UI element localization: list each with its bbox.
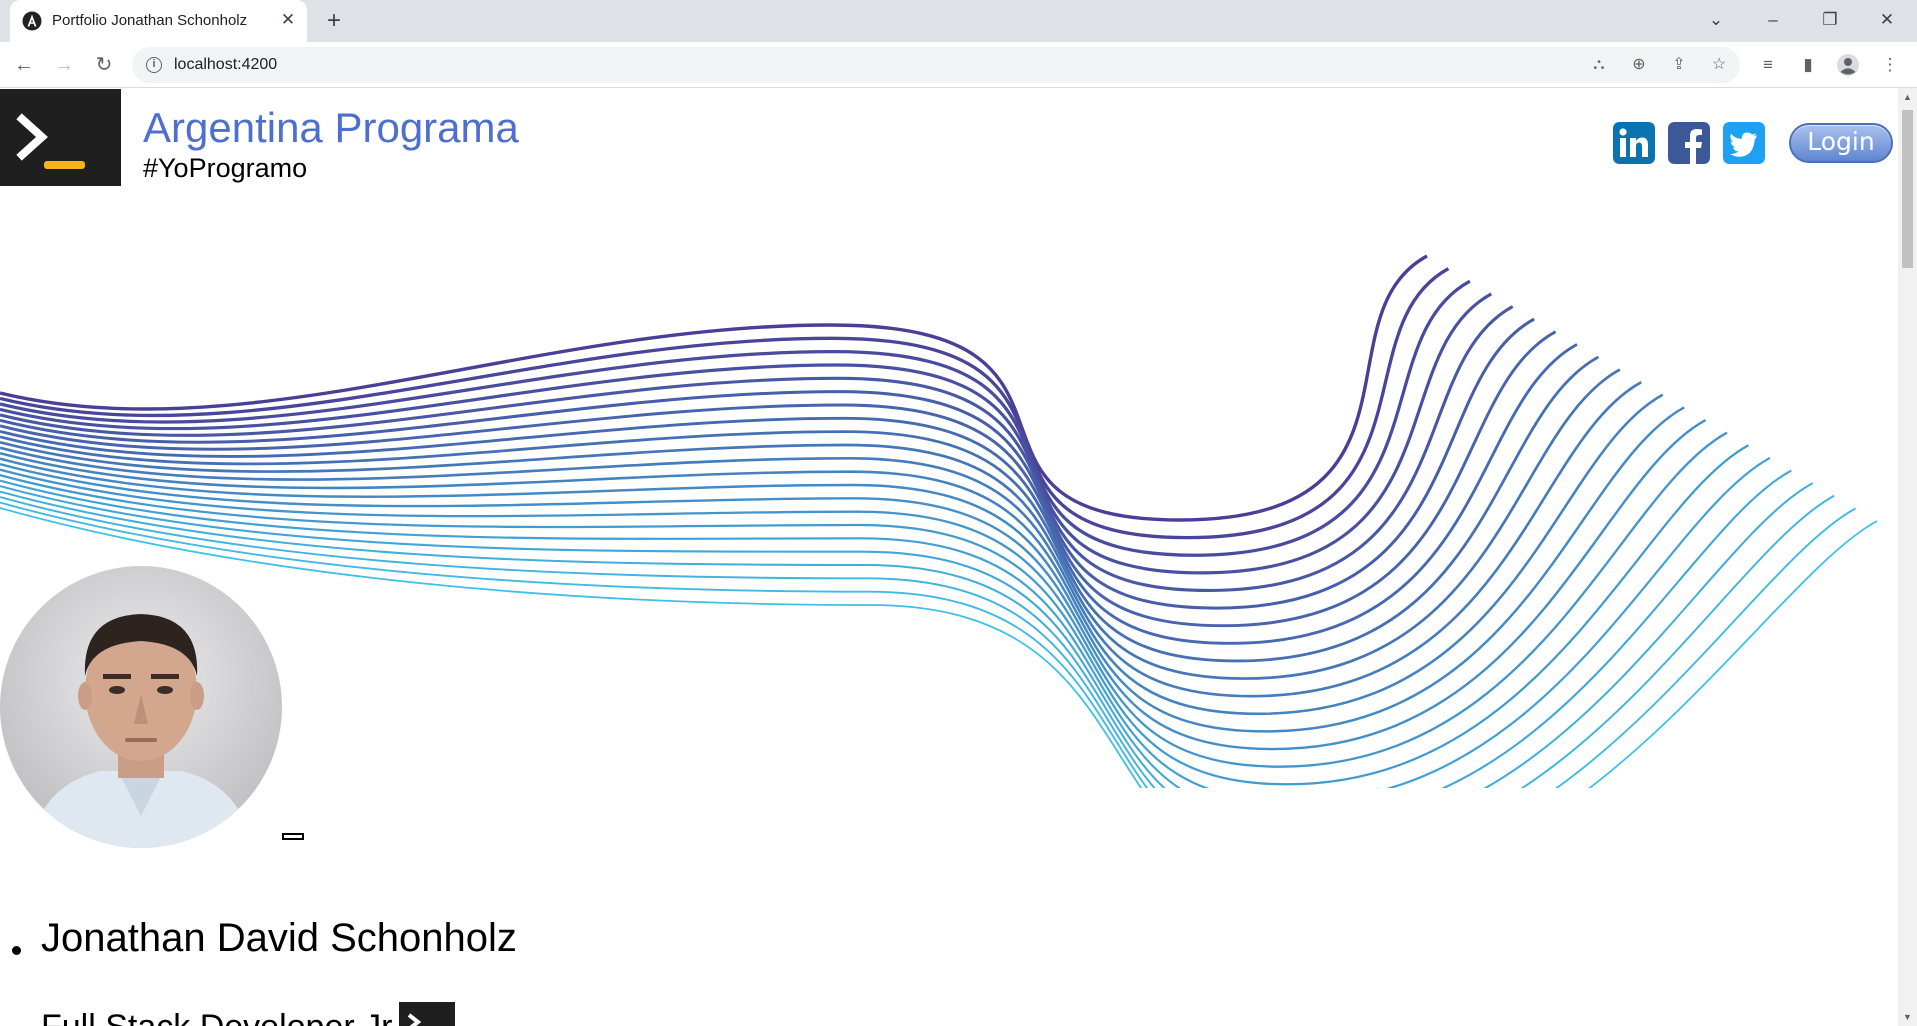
tab-search-icon[interactable]: ⌄ — [1701, 8, 1731, 32]
twitter-icon[interactable] — [1723, 122, 1765, 164]
translate-icon[interactable]: ⛬ — [1588, 54, 1610, 76]
bullet — [12, 946, 21, 955]
profile-role: Full Stack Developer Jr — [41, 1008, 392, 1026]
browser-chrome: Portfolio Jonathan Schonholz ✕ + ⌄ – ❐ ✕… — [0, 0, 1917, 88]
scrollbar-thumb[interactable] — [1902, 110, 1913, 268]
brand-title: Argentina Programa — [143, 104, 519, 151]
forward-icon[interactable]: → — [50, 51, 78, 79]
broken-image-placeholder — [282, 833, 304, 840]
url-text[interactable]: localhost:4200 — [174, 56, 277, 74]
share-icon[interactable]: ⇪ — [1668, 54, 1690, 76]
browser-tab[interactable]: Portfolio Jonathan Schonholz ✕ — [10, 0, 307, 42]
profile-icon[interactable] — [1834, 51, 1862, 79]
reload-icon[interactable]: ↻ — [90, 51, 118, 79]
new-tab-icon[interactable]: + — [322, 9, 346, 33]
site-info-icon[interactable]: i — [146, 57, 162, 73]
wave-line — [0, 267, 1450, 540]
back-icon[interactable]: ← — [10, 51, 38, 79]
bookmark-star-icon[interactable]: ☆ — [1708, 54, 1730, 76]
zoom-icon[interactable]: ⊕ — [1628, 54, 1650, 76]
page-viewport: Argentina Programa #YoProgramo Login Jon… — [0, 88, 1898, 1026]
login-button[interactable]: Login — [1789, 123, 1893, 163]
menu-dots-icon[interactable]: ⋮ — [1876, 51, 1904, 79]
terminal-logo-small — [399, 1002, 455, 1026]
linkedin-icon[interactable] — [1613, 122, 1655, 164]
facebook-icon[interactable] — [1668, 122, 1710, 164]
side-panel-icon[interactable]: ▮ — [1794, 51, 1822, 79]
scroll-down-arrow-icon[interactable]: ▼ — [1902, 1010, 1913, 1024]
angular-icon — [22, 11, 42, 31]
wave-banner — [0, 254, 1878, 788]
wave-line — [0, 501, 1857, 788]
restore-icon[interactable]: ❐ — [1815, 8, 1845, 32]
brand-subtitle: #YoProgramo — [143, 153, 308, 183]
tab-title: Portfolio Jonathan Schonholz — [52, 12, 248, 29]
wave-line — [0, 254, 1428, 522]
browser-toolbar: ← → ↻ i localhost:4200 ⛬ ⊕ ⇪ ☆ ≡ ▮ ⋮ — [0, 42, 1917, 88]
minimize-icon[interactable]: – — [1758, 8, 1788, 32]
reading-list-icon[interactable]: ≡ — [1754, 51, 1782, 79]
terminal-logo[interactable] — [0, 89, 121, 186]
profile-name: Jonathan David Schonholz — [41, 916, 517, 960]
tab-bar: Portfolio Jonathan Schonholz ✕ + ⌄ – ❐ ✕ — [0, 0, 1917, 42]
close-tab-icon[interactable]: ✕ — [278, 10, 298, 30]
vertical-scrollbar[interactable]: ▲ ▼ — [1898, 88, 1917, 1026]
window-close-icon[interactable]: ✕ — [1872, 8, 1902, 32]
scroll-up-arrow-icon[interactable]: ▲ — [1902, 90, 1913, 104]
profile-avatar — [0, 566, 282, 848]
address-bar[interactable]: i localhost:4200 ⛬ ⊕ ⇪ ☆ — [132, 47, 1740, 83]
